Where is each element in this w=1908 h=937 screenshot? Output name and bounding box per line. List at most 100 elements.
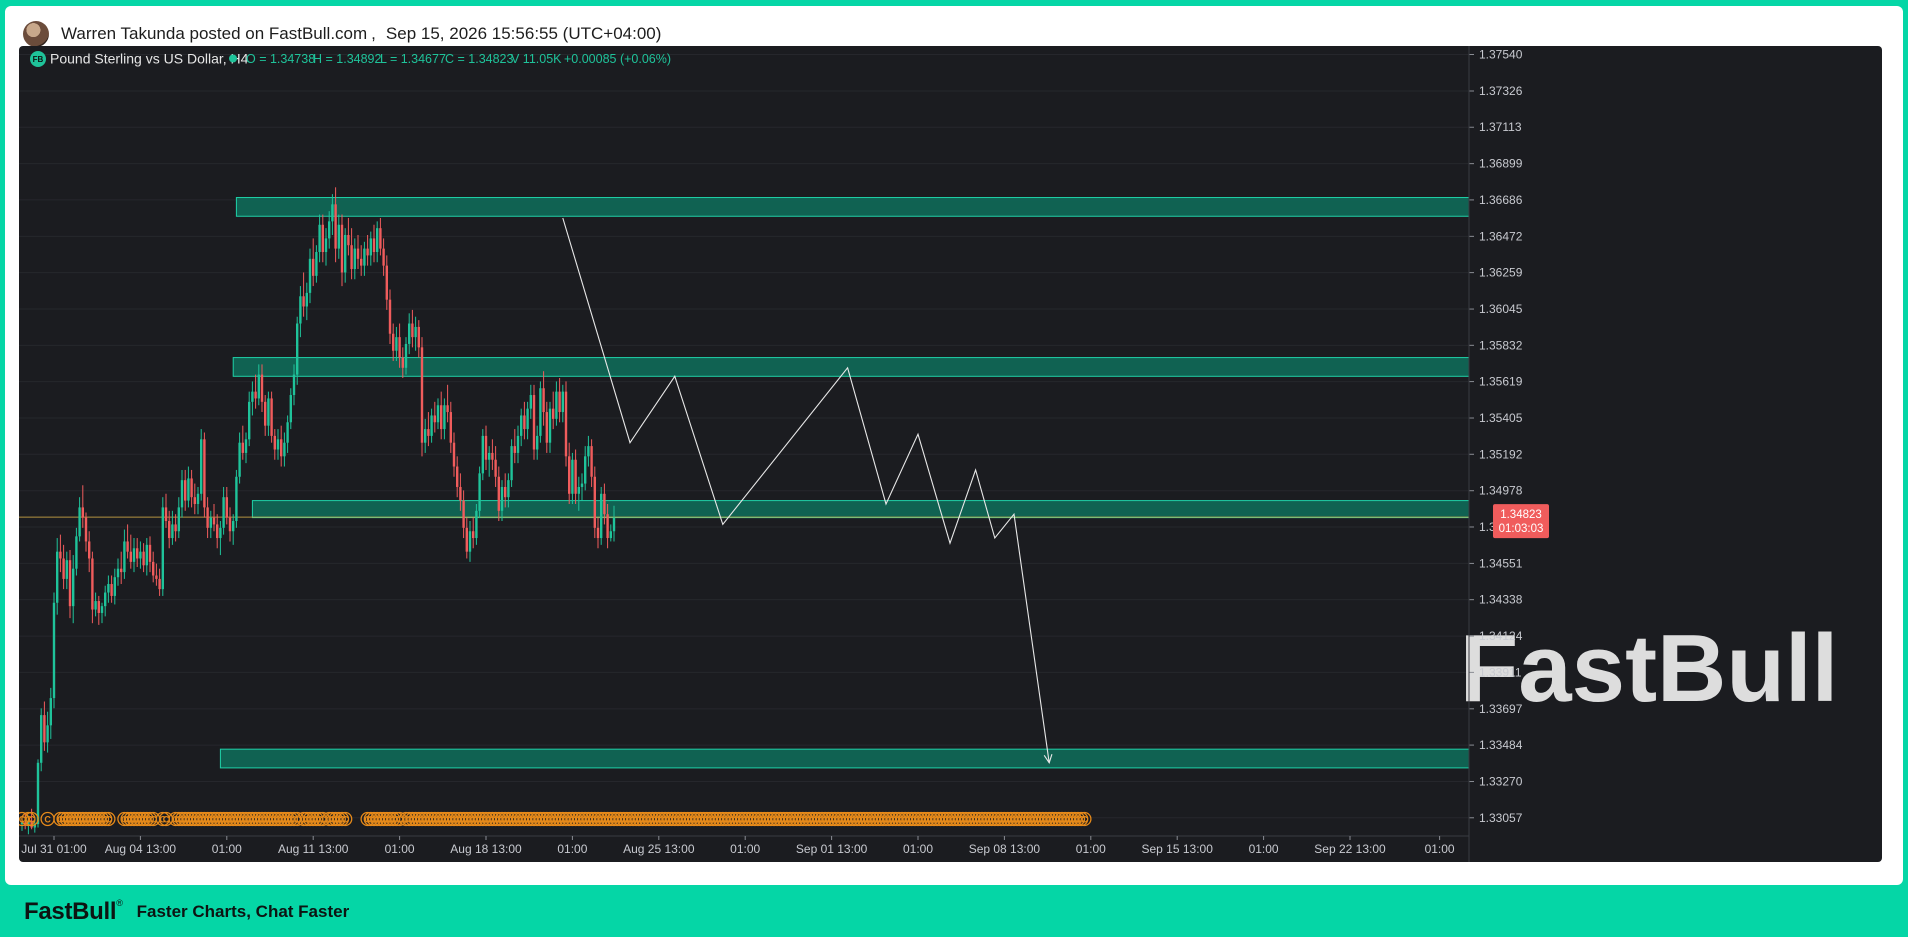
candle: [264, 395, 267, 436]
zone[interactable]: [219, 748, 1470, 769]
zone[interactable]: [232, 357, 1470, 377]
candle-body: [356, 248, 360, 259]
candle: [340, 214, 344, 287]
candle-body: [59, 551, 62, 559]
author-line[interactable]: Warren Takunda posted on FastBull.com: [61, 24, 367, 43]
candle-body: [609, 531, 612, 539]
candle-body: [276, 439, 280, 450]
candle: [283, 432, 286, 467]
candle-body: [216, 524, 219, 539]
post-timestamp: Sep 15, 2026 15:56:55 (UTC+04:00): [385, 24, 662, 43]
candle-body: [267, 398, 270, 426]
candle-body: [110, 584, 113, 596]
candle-body: [174, 524, 177, 532]
legend: FB Pound Sterling vs US Dollar, H4 O = 1…: [30, 51, 671, 67]
candle: [107, 575, 110, 603]
candle-body: [328, 221, 331, 239]
candle-body: [350, 245, 353, 270]
footer-logo[interactable]: FastBull®: [24, 898, 123, 926]
candle: [84, 512, 88, 552]
candle-body: [427, 429, 430, 436]
candle: [88, 531, 91, 573]
candle-body: [468, 531, 472, 552]
candle: [97, 595, 100, 625]
candle: [360, 245, 363, 276]
candle: [155, 563, 158, 586]
candle: [584, 446, 587, 491]
y-tick-label: 1.37113: [1479, 120, 1522, 134]
candle: [337, 214, 340, 259]
candle: [417, 320, 420, 358]
candle: [228, 507, 232, 542]
candle: [315, 245, 318, 283]
candle: [308, 248, 312, 304]
candle: [494, 446, 497, 487]
candle-body: [366, 248, 369, 256]
candle-body: [308, 258, 312, 293]
candle: [56, 538, 59, 615]
candle-body: [190, 478, 193, 498]
candle-body: [472, 531, 475, 539]
x-axis[interactable]: Jul 31 01:00 Aug 04 13:00 01:00 Aug 11 13:0…: [19, 835, 1469, 856]
candle-body: [107, 584, 110, 593]
candle-body: [244, 439, 248, 453]
candle: [600, 486, 603, 545]
candle: [142, 543, 145, 573]
legend-symbol[interactable]: Pound Sterling vs US Dollar, H4: [50, 51, 249, 67]
candle-body: [536, 435, 539, 450]
candle-body: [196, 493, 200, 504]
avatar[interactable]: [23, 21, 49, 47]
candle-body: [68, 560, 72, 607]
candle: [126, 524, 129, 559]
candle: [382, 238, 385, 276]
candle-body: [340, 224, 344, 273]
candle: [344, 228, 347, 283]
candle: [219, 521, 222, 556]
candle: [347, 217, 350, 256]
candle: [280, 425, 283, 467]
x-tick-label: 01:00: [212, 842, 242, 856]
candle: [273, 429, 276, 460]
candle-body: [440, 405, 443, 430]
candle: [376, 221, 379, 263]
symbol-badge-text: FB: [33, 55, 44, 64]
candle-body: [312, 258, 315, 276]
candle: [462, 490, 465, 539]
candle-body: [331, 204, 334, 222]
candle-body: [424, 429, 427, 443]
candle-body: [347, 234, 350, 246]
candle-body: [552, 408, 555, 419]
candle-body: [180, 480, 184, 508]
candle: [78, 497, 81, 542]
candle: [548, 401, 552, 453]
zone[interactable]: [251, 500, 1470, 519]
y-axis[interactable]: 1.37540 1.37326 1.37113 1.36899 1.36686 1.364…: [1468, 46, 1523, 862]
y-tick-label: 1.33270: [1479, 775, 1523, 789]
price-chart[interactable]: C CC C CCCCCCCCCCCCCCCC CCCCCCCCCC CC CCCCCCCC…: [19, 46, 1882, 862]
candle: [449, 401, 452, 453]
y-tick-label: 1.36899: [1479, 157, 1523, 171]
candle-body: [84, 517, 88, 542]
event-marker[interactable]: C: [40, 811, 55, 827]
candle-body: [142, 551, 145, 566]
candle-body: [270, 398, 273, 436]
candle: [539, 381, 542, 443]
candle: [491, 439, 494, 470]
zone[interactable]: [235, 197, 1470, 217]
candle-body: [139, 551, 142, 559]
candle-body: [238, 442, 241, 477]
candle-body: [283, 442, 286, 457]
candle: [100, 602, 104, 624]
candle-body: [571, 459, 574, 494]
chart-panel[interactable]: CCCCCCCCCCCCCCCCCCCCCCCCCCCCCCCCCCCCCCCC…: [19, 46, 1882, 862]
x-tick-label: 01:00: [557, 842, 587, 856]
x-tick-label: Sep 15 13:00: [1141, 842, 1213, 856]
candle: [62, 544, 65, 590]
candle: [52, 592, 56, 709]
candle: [350, 228, 353, 280]
candle: [91, 551, 94, 624]
candle: [465, 517, 468, 559]
candle-body: [555, 391, 558, 419]
candle: [248, 391, 251, 447]
candle-body: [376, 228, 379, 253]
